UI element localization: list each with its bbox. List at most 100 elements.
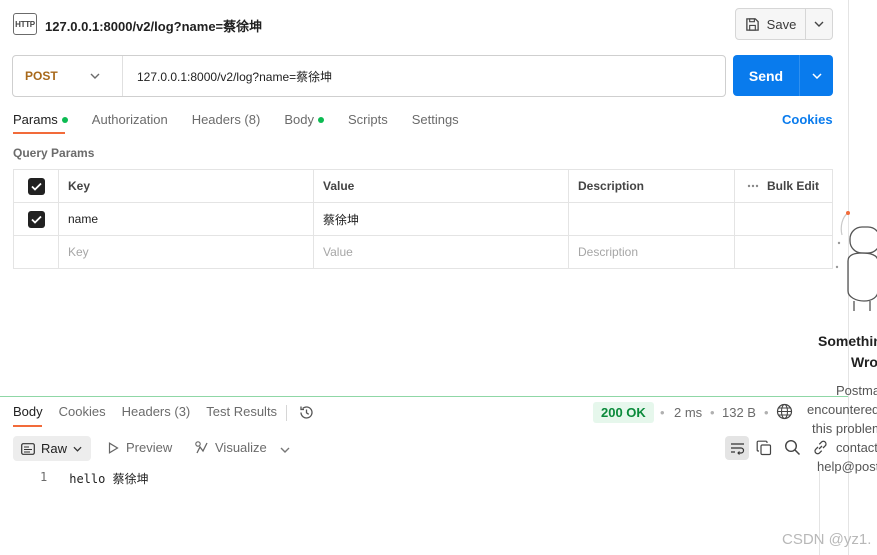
new-key-input[interactable]: Key [59,236,314,268]
preview-label: Preview [126,440,173,455]
bulk-edit-label: Bulk Edit [767,179,820,193]
visualize-label: Visualize [215,440,267,455]
column-header-key: Key [59,170,314,202]
preview-button[interactable]: Preview [108,440,172,455]
checkbox-checked [27,210,45,228]
row-actions-cell [735,203,832,235]
new-value-input[interactable]: Value [314,236,569,268]
error-title: Somethin [818,333,877,349]
error-message-line: Postma [836,383,877,398]
checkbox-checked [27,177,45,195]
tab-body[interactable]: Body [284,112,324,127]
response-body-text: hello 蔡徐坤 [69,472,149,486]
method-label: POST [25,69,58,83]
tab-body-label: Body [284,112,314,127]
check-icon [30,182,42,191]
row-checkbox[interactable] [14,203,59,235]
tab-authorization[interactable]: Authorization [92,112,168,127]
wrap-lines-button[interactable] [725,436,749,460]
globe-icon[interactable] [776,403,793,423]
play-icon [108,441,119,454]
param-description-cell[interactable] [569,203,735,235]
meta-separator: • [710,405,715,420]
more-icon [747,184,759,188]
tab-params-label: Params [13,112,58,127]
status-badge[interactable]: 200 OK [593,402,654,423]
response-size[interactable]: 132 B [722,405,756,420]
chevron-down-icon [73,446,82,452]
chevron-down-icon [90,73,100,79]
support-email-link[interactable]: help@post [817,459,877,474]
send-button[interactable]: Send [733,55,800,96]
chevron-down-icon [280,447,290,453]
link-icon[interactable] [812,439,829,459]
response-time[interactable]: 2 ms [674,405,702,420]
table-header-row: Key Value Description Bulk Edit [14,170,832,203]
wrap-icon [730,442,744,455]
send-options-button[interactable] [800,55,833,96]
param-value-cell[interactable]: 蔡徐坤 [314,203,569,235]
copy-icon[interactable] [756,440,772,459]
tab-params[interactable]: Params [13,112,68,127]
column-header-value: Value [314,170,569,202]
chevron-down-icon [811,72,822,79]
visualize-icon [195,441,208,454]
method-select[interactable]: POST [13,56,123,96]
url-bar: POST 127.0.0.1:8000/v2/log?name=蔡徐坤 [12,55,726,97]
cookies-link[interactable]: Cookies [782,112,833,127]
tab-headers[interactable]: Headers (8) [192,112,261,127]
tab-response-cookies[interactable]: Cookies [59,404,106,419]
tab-response-headers[interactable]: Headers (3) [122,404,191,419]
empty-actions-cell [735,236,832,268]
error-message-line: this problem [812,421,877,436]
format-label: Raw [41,441,68,456]
param-key-cell[interactable]: name [59,203,314,235]
active-tab-indicator [13,132,65,134]
error-message-line: contact [836,440,877,455]
visualize-options-button[interactable] [280,441,290,456]
tab-scripts[interactable]: Scripts [348,112,388,127]
active-response-tab-indicator [13,425,42,427]
meta-separator: • [660,405,665,420]
pane-splitter[interactable] [0,396,848,397]
watermark: CSDN @yz1. [782,531,872,548]
send-button-group: Send [733,55,833,96]
column-header-description: Description [569,170,735,202]
tab-settings[interactable]: Settings [412,112,459,127]
format-select[interactable]: Raw [13,436,91,461]
request-tabs: Params Authorization Headers (8) Body Sc… [13,112,483,127]
chevron-down-icon [814,21,824,27]
params-indicator-dot [61,116,68,123]
save-options-button[interactable] [806,9,832,39]
select-all-checkbox[interactable] [14,170,59,202]
table-row: name 蔡徐坤 [14,203,832,236]
save-icon [745,17,759,31]
check-icon [30,215,42,224]
bulk-edit-button[interactable]: Bulk Edit [735,170,832,202]
error-title-line2: Wro [851,354,877,370]
search-icon[interactable] [784,439,801,459]
tab-response-body[interactable]: Body [13,404,43,419]
astronaut-illustration [826,205,877,318]
meta-separator: • [764,405,769,420]
history-icon[interactable] [298,404,315,424]
new-description-input[interactable]: Description [569,236,735,268]
tab-test-results[interactable]: Test Results [206,404,277,419]
query-params-title: Query Params [13,146,95,160]
empty-checkbox-cell [14,236,59,268]
line-number: 1 [40,470,48,484]
visualize-button[interactable]: Visualize [194,440,267,455]
response-tabs: Body Cookies Headers (3) Test Results [13,404,293,419]
save-label: Save [766,16,797,32]
text-format-icon [21,442,35,455]
save-button-group: Save [735,8,833,40]
params-table: Key Value Description Bulk Edit name 蔡徐坤… [13,169,833,269]
save-button[interactable]: Save [736,9,806,39]
response-body-viewer[interactable]: 1 hello 蔡徐坤 [40,470,149,487]
url-input[interactable]: 127.0.0.1:8000/v2/log?name=蔡徐坤 [123,68,332,85]
request-title: 127.0.0.1:8000/v2/log?name=蔡徐坤 [45,19,263,34]
http-icon: HTTP [13,13,37,35]
error-message-line: encountered [807,402,877,417]
body-indicator-dot [317,116,324,123]
tab-separator [286,405,287,421]
